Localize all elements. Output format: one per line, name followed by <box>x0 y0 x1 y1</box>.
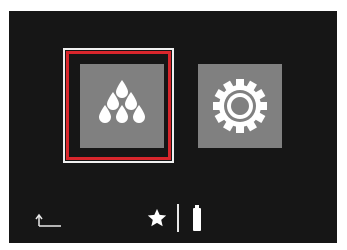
settings-tile[interactable] <box>198 64 282 148</box>
device-screen <box>9 11 337 243</box>
water-drops-icon <box>99 80 145 123</box>
gear-icon <box>213 79 267 133</box>
battery-icon <box>193 205 201 231</box>
status-divider <box>177 204 179 232</box>
star-icon <box>147 208 167 227</box>
water-mode-tile[interactable] <box>80 64 164 148</box>
status-bar <box>9 199 337 239</box>
back-arrow-icon[interactable] <box>35 212 63 230</box>
